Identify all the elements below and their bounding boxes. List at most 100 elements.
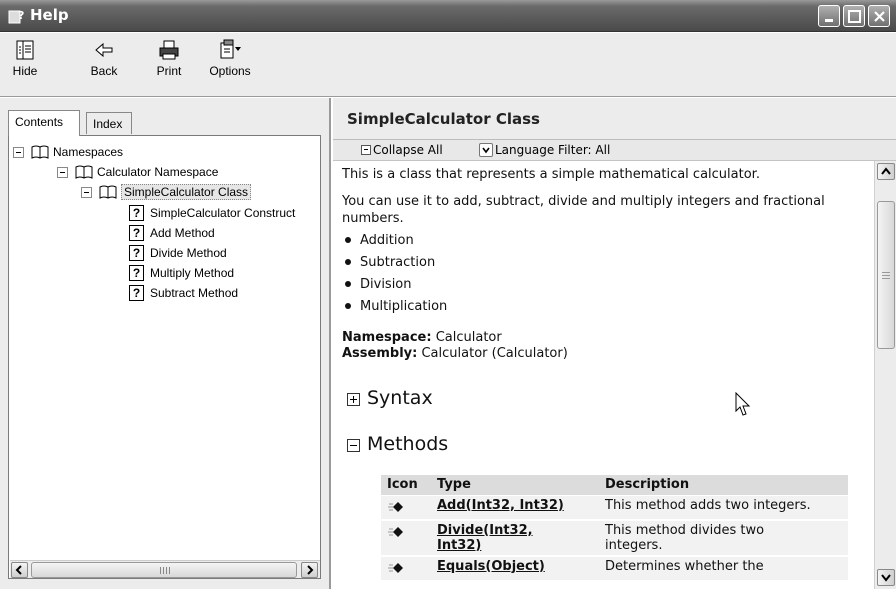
- tree-node-add-method[interactable]: ? Add Method: [129, 225, 309, 243]
- tree-node-label: Namespaces: [53, 145, 124, 159]
- printer-icon: [159, 40, 179, 60]
- column-header-type: Type: [431, 475, 599, 496]
- tree-node-calculator-namespace[interactable]: Calculator Namespace: [57, 164, 317, 182]
- horizontal-scrollbar[interactable]: [10, 560, 320, 578]
- method-description: This method adds two integers.: [599, 495, 848, 521]
- topic-pane: SimpleCalculator Class Collapse All Lang…: [333, 98, 896, 589]
- collapse-toggle-icon[interactable]: [57, 167, 68, 178]
- tree-node-label: Multiply Method: [150, 266, 235, 280]
- close-button[interactable]: [868, 5, 890, 27]
- back-button[interactable]: Back: [86, 39, 122, 93]
- help-topic-icon: ?: [129, 225, 144, 241]
- scroll-down-button[interactable]: [877, 569, 895, 586]
- language-filter-dropdown[interactable]: [479, 143, 493, 157]
- scroll-thumb[interactable]: [877, 201, 895, 349]
- collapse-icon[interactable]: [347, 439, 360, 452]
- open-book-icon: [75, 165, 93, 179]
- contents-tree: Namespaces Calculator Namespace SimpleCa…: [8, 135, 321, 579]
- expand-icon[interactable]: [347, 393, 360, 406]
- method-link-add[interactable]: Add(Int32, Int32): [431, 495, 599, 521]
- scroll-up-button[interactable]: [877, 163, 895, 180]
- tree-node-constructor[interactable]: ? SimpleCalculator Construct: [129, 205, 320, 223]
- tree-node-simplecalculator-class[interactable]: SimpleCalculator Class: [81, 184, 317, 202]
- method-link-equals[interactable]: Equals(Object): [431, 555, 599, 582]
- tree-node-divide-method[interactable]: ? Divide Method: [129, 245, 309, 263]
- table-row: Equals(Object) Determines whether the: [381, 555, 848, 582]
- navigation-pane: Contents Index Namespaces Calculator Nam…: [0, 98, 331, 589]
- column-header-description: Description: [599, 475, 848, 496]
- help-topic-icon: ?: [129, 205, 144, 221]
- chevron-down-icon: [482, 147, 490, 154]
- description-text: You can use it to add, subtract, divide …: [342, 194, 825, 226]
- mouse-pointer-icon: [735, 392, 751, 416]
- close-icon: [874, 11, 885, 22]
- namespace-label: Namespace:: [342, 330, 432, 345]
- collapse-toggle-icon[interactable]: [81, 187, 92, 198]
- namespace-value: Calculator: [435, 330, 502, 345]
- help-topic-icon: ?: [129, 265, 144, 281]
- method-link-divide[interactable]: Divide(Int32, Int32): [431, 519, 599, 557]
- language-filter-label[interactable]: Language Filter: All: [495, 143, 610, 157]
- assembly-label: Assembly:: [342, 346, 418, 361]
- list-item: Division: [342, 277, 447, 299]
- collapse-toggle-icon[interactable]: [13, 147, 24, 158]
- collapse-all-icon[interactable]: [361, 145, 371, 155]
- table-row: Divide(Int32, Int32) This method divides …: [381, 519, 848, 557]
- minimize-button[interactable]: [818, 5, 840, 27]
- topic-content: This is a class that represents a simple…: [333, 161, 874, 589]
- table-header-row: Icon Type Description: [381, 475, 848, 496]
- list-item: Subtraction: [342, 255, 447, 277]
- tree-node-label: Add Method: [150, 226, 215, 240]
- topic-options-bar: Collapse All Language Filter: All: [333, 140, 896, 161]
- column-header-icon: Icon: [381, 475, 431, 496]
- method-icon-cell: [381, 495, 431, 521]
- method-icon-cell: [381, 519, 431, 557]
- help-topic-icon: ?: [129, 245, 144, 261]
- tree-node-multiply-method[interactable]: ? Multiply Method: [129, 265, 309, 283]
- chevron-down-icon: [881, 574, 891, 582]
- maximize-icon: [848, 10, 861, 23]
- maximize-button[interactable]: [843, 5, 865, 27]
- syntax-heading: Syntax: [367, 387, 433, 409]
- tree-node-subtract-method[interactable]: ? Subtract Method: [129, 285, 309, 303]
- assembly-value: Calculator (Calculator): [421, 346, 568, 361]
- toolbar: Hide Back Print Options: [0, 33, 896, 97]
- options-label: Options: [209, 64, 251, 78]
- print-button[interactable]: Print: [152, 39, 186, 93]
- public-method-icon: [388, 526, 403, 537]
- table-row: Add(Int32, Int32) This method adds two i…: [381, 495, 848, 521]
- page-title: SimpleCalculator Class: [347, 110, 540, 128]
- tab-index[interactable]: Index: [86, 112, 132, 134]
- tab-contents[interactable]: Contents: [8, 110, 80, 136]
- tree-node-namespaces[interactable]: Namespaces: [13, 144, 313, 162]
- tree-node-label: SimpleCalculator Class: [121, 184, 252, 200]
- method-description: Determines whether the: [599, 555, 848, 582]
- minimize-icon: [825, 19, 833, 22]
- back-arrow-icon: [95, 42, 113, 58]
- scroll-left-button[interactable]: [11, 562, 28, 578]
- methods-table: Icon Type Description Add(Int32, Int32) …: [381, 475, 848, 582]
- public-method-icon: [388, 501, 403, 512]
- scroll-thumb[interactable]: [31, 562, 297, 578]
- hide-label: Hide: [12, 64, 38, 78]
- help-window-icon: ?: [8, 9, 24, 24]
- hide-button[interactable]: Hide: [8, 39, 42, 93]
- window-title: Help: [30, 6, 69, 24]
- chevron-right-icon: [307, 565, 314, 575]
- options-icon: [220, 39, 241, 59]
- tree-node-label: Subtract Method: [150, 286, 239, 300]
- list-item: Multiplication: [342, 299, 447, 321]
- title-bar: ? Help: [0, 0, 896, 32]
- tree-node-label: SimpleCalculator Construct: [150, 206, 296, 220]
- chevron-up-icon: [881, 167, 891, 175]
- methods-heading: Methods: [367, 433, 449, 455]
- scroll-right-button[interactable]: [301, 562, 318, 578]
- topic-header: SimpleCalculator Class: [333, 98, 896, 140]
- list-item: Addition: [342, 233, 447, 255]
- back-label: Back: [90, 64, 118, 78]
- collapse-all-link[interactable]: Collapse All: [373, 143, 443, 157]
- feature-list: Addition Subtraction Division Multiplica…: [342, 233, 447, 321]
- vertical-scrollbar[interactable]: [874, 161, 896, 589]
- open-book-icon: [99, 185, 117, 199]
- options-button[interactable]: Options: [205, 39, 255, 93]
